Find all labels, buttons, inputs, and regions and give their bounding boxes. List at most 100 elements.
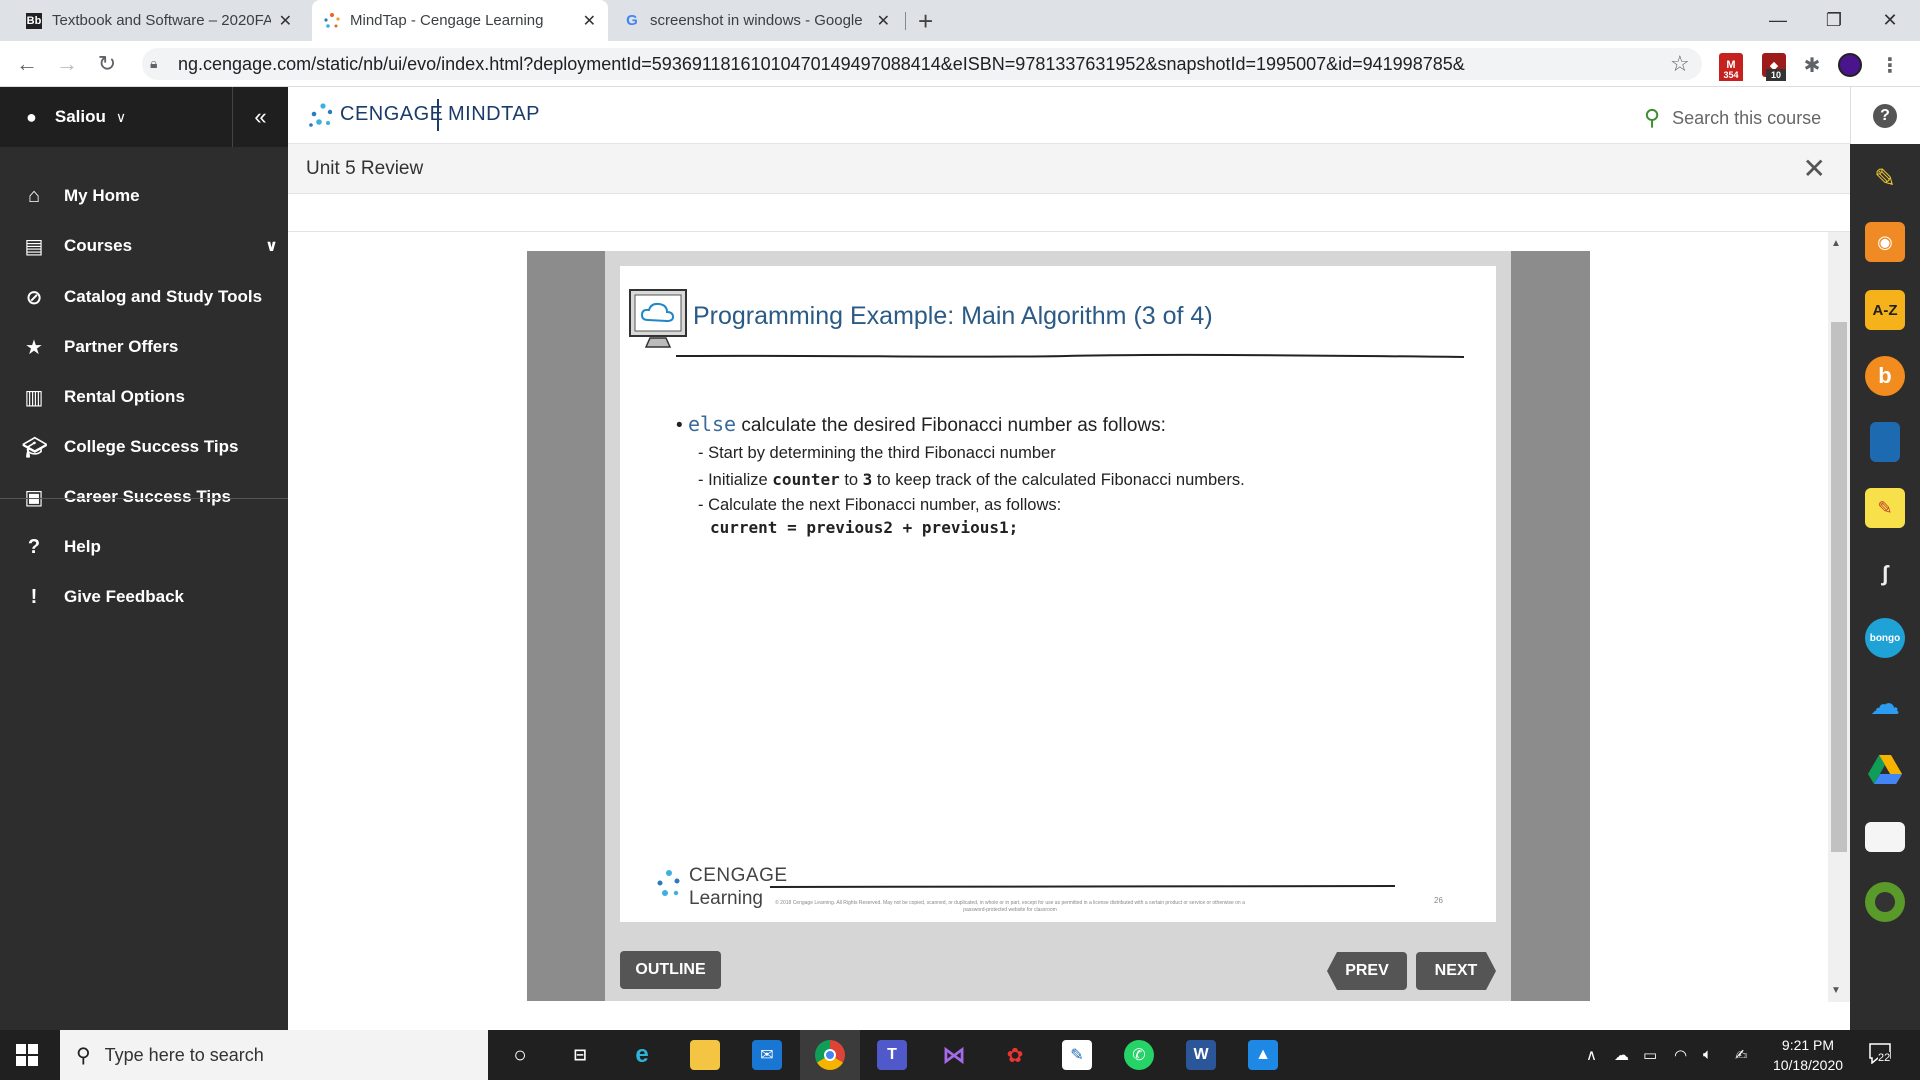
product-name: MINDTAP	[448, 103, 541, 125]
copyright-notice: © 2018 Cengage Learning. All Rights Rese…	[775, 900, 1245, 913]
chevron-up-icon[interactable]: ∧	[1586, 1046, 1597, 1064]
notebook-icon[interactable]	[1870, 422, 1900, 462]
bookmark-star-icon[interactable]: ☆	[1670, 51, 1690, 77]
lock-icon[interactable]: 🔒︎	[150, 55, 157, 72]
help-question-icon[interactable]: ?	[1873, 104, 1897, 128]
readspeaker-icon[interactable]: ʃ	[1865, 554, 1905, 594]
maximize-button[interactable]: ❐	[1806, 0, 1862, 41]
briefcase-icon: ▣	[24, 486, 44, 509]
sidebar-item-partner-offers[interactable]: ★ Partner Offers	[0, 322, 288, 372]
mail-icon[interactable]: ✉	[752, 1040, 782, 1070]
sidebar-item-rental-options[interactable]: ▥ Rental Options	[0, 372, 288, 422]
taskbar-clock[interactable]: 9:21 PM 10/18/2020	[1760, 1035, 1856, 1075]
title-underline	[676, 353, 1464, 358]
extension-badge: 10	[1766, 69, 1786, 81]
scroll-down-icon[interactable]: ▼	[1831, 985, 1841, 996]
taskbar-search[interactable]: ⚲ Type here to search	[60, 1030, 488, 1080]
visual-studio-icon[interactable]: ⋈	[939, 1040, 969, 1070]
pen-icon[interactable]: ✍	[1735, 1046, 1748, 1064]
search-icon: ⚲	[76, 1044, 91, 1067]
reload-icon[interactable]: ↻	[92, 49, 122, 79]
tab-google[interactable]: G screenshot in windows - Google ✕	[612, 0, 902, 41]
edge-icon[interactable]: e	[627, 1040, 657, 1070]
word-icon[interactable]: W	[1186, 1040, 1216, 1070]
chrome-icon[interactable]	[815, 1040, 845, 1070]
course-search[interactable]: ⚲ Search this course	[1644, 105, 1821, 131]
url-field[interactable]: ng.cengage.com/static/nb/ui/evo/index.ht…	[142, 48, 1702, 80]
sidebar-item-give-feedback[interactable]: ! Give Feedback	[0, 572, 288, 622]
windows-start-icon[interactable]	[16, 1044, 38, 1066]
notification-center-icon[interactable]: 22	[1868, 1042, 1896, 1068]
sidebar-item-courses[interactable]: ▤ Courses ∨	[0, 221, 288, 271]
app-header: CENGAGE MINDTAP ⚲ Search this course	[288, 87, 1920, 144]
rss-icon[interactable]: ◉	[1865, 222, 1905, 262]
new-tab-button[interactable]: +	[918, 6, 933, 37]
prev-button[interactable]: PREV	[1327, 952, 1407, 990]
sidebar-item-help[interactable]: ? Help	[0, 522, 288, 572]
cloud-monitor-icon	[629, 289, 687, 348]
tab-close-icon[interactable]: ✕	[877, 11, 890, 31]
sidebar-item-label: College Success Tips	[64, 437, 239, 456]
forward-arrow-icon[interactable]: →	[52, 49, 82, 79]
cengage-logo-icon	[309, 103, 333, 127]
sidebar-item-career-success[interactable]: ▣ Career Success Tips	[0, 472, 288, 522]
pdf-reader-icon[interactable]: ✎	[1062, 1040, 1092, 1070]
photos-icon[interactable]: ▲	[1248, 1040, 1278, 1070]
volume-icon[interactable]: 🔈︎	[1703, 1046, 1712, 1063]
green-circle-icon[interactable]	[1865, 882, 1905, 922]
a-z-icon[interactable]: A-Z	[1865, 290, 1905, 330]
battery-icon[interactable]: ▭	[1643, 1046, 1657, 1064]
wifi-icon[interactable]: ◠	[1674, 1046, 1687, 1064]
back-arrow-icon[interactable]: ←	[12, 49, 42, 79]
scrollbar-thumb[interactable]	[1831, 322, 1847, 852]
footer-line	[770, 885, 1395, 888]
cortana-icon[interactable]: ○	[505, 1040, 535, 1070]
next-button[interactable]: NEXT	[1416, 952, 1496, 990]
more-menu-icon[interactable]: ⋮	[1878, 53, 1902, 77]
google-drive-icon[interactable]	[1865, 750, 1905, 790]
tab-textbook[interactable]: Bb Textbook and Software – 2020FA ✕	[14, 0, 304, 41]
sidebar-item-label: Rental Options	[64, 387, 185, 406]
taskbar-search-placeholder: Type here to search	[104, 1044, 264, 1065]
minimize-button[interactable]: —	[1750, 0, 1806, 41]
cengage-dots-icon	[657, 870, 680, 896]
sidebar-item-my-home[interactable]: ⌂ My Home	[0, 171, 288, 221]
file-explorer-icon[interactable]	[690, 1040, 720, 1070]
teams-icon[interactable]: T	[877, 1040, 907, 1070]
tab-title: Textbook and Software – 2020FA	[52, 12, 271, 29]
close-activity-icon[interactable]: ✕	[1803, 152, 1826, 185]
task-view-icon[interactable]: ⊟	[565, 1040, 595, 1070]
sub-bullet-text: Start by determining the third Fibonacci…	[708, 444, 1056, 462]
collapse-sidebar-button[interactable]: «	[232, 87, 288, 147]
b-icon[interactable]: b	[1865, 356, 1905, 396]
tab-title: MindTap - Cengage Learning	[350, 12, 544, 29]
open-book-icon: ▥	[24, 386, 44, 409]
sub-bullet-text: to keep track of the calculated Fibonacc…	[872, 471, 1245, 489]
profile-avatar[interactable]	[1838, 53, 1862, 77]
question-icon: ?	[27, 535, 41, 558]
sidebar-item-label: Catalog and Study Tools	[64, 287, 263, 306]
user-icon: ●	[26, 106, 37, 127]
bongo-icon[interactable]: bongo	[1865, 618, 1905, 658]
sidebar-item-college-success[interactable]: 🎓︎ College Success Tips	[0, 422, 288, 472]
outline-button[interactable]: OUTLINE	[620, 951, 721, 989]
sidebar-item-catalog[interactable]: ⊘ Catalog and Study Tools	[0, 272, 288, 322]
notes-icon[interactable]	[1865, 822, 1905, 852]
onedrive-icon[interactable]: ☁	[1865, 684, 1905, 724]
activity-title-bar: Unit 5 Review ✕	[288, 144, 1850, 194]
window-close-button[interactable]: ✕	[1862, 0, 1918, 41]
whatsapp-icon[interactable]: ✆	[1124, 1040, 1154, 1070]
puzzle-extensions-icon[interactable]: ✱	[1800, 53, 1824, 77]
tab-mindtap[interactable]: MindTap - Cengage Learning ✕	[312, 0, 608, 41]
pencil-icon[interactable]: ✎	[1865, 158, 1905, 198]
sticky-note-icon[interactable]: ✎	[1865, 488, 1905, 528]
tab-close-icon[interactable]: ✕	[279, 11, 292, 31]
scroll-up-icon[interactable]: ▲	[1831, 238, 1841, 249]
sidebar-item-label: Courses	[64, 236, 133, 255]
onedrive-tray-icon[interactable]: ☁	[1614, 1046, 1629, 1064]
tab-close-icon[interactable]: ✕	[583, 11, 596, 31]
paint-icon[interactable]: ✿	[1000, 1040, 1030, 1070]
browser-tab-bar: Bb Textbook and Software – 2020FA ✕ Mind…	[0, 0, 1920, 41]
logo-divider	[437, 99, 439, 131]
code-three: 3	[862, 470, 873, 489]
